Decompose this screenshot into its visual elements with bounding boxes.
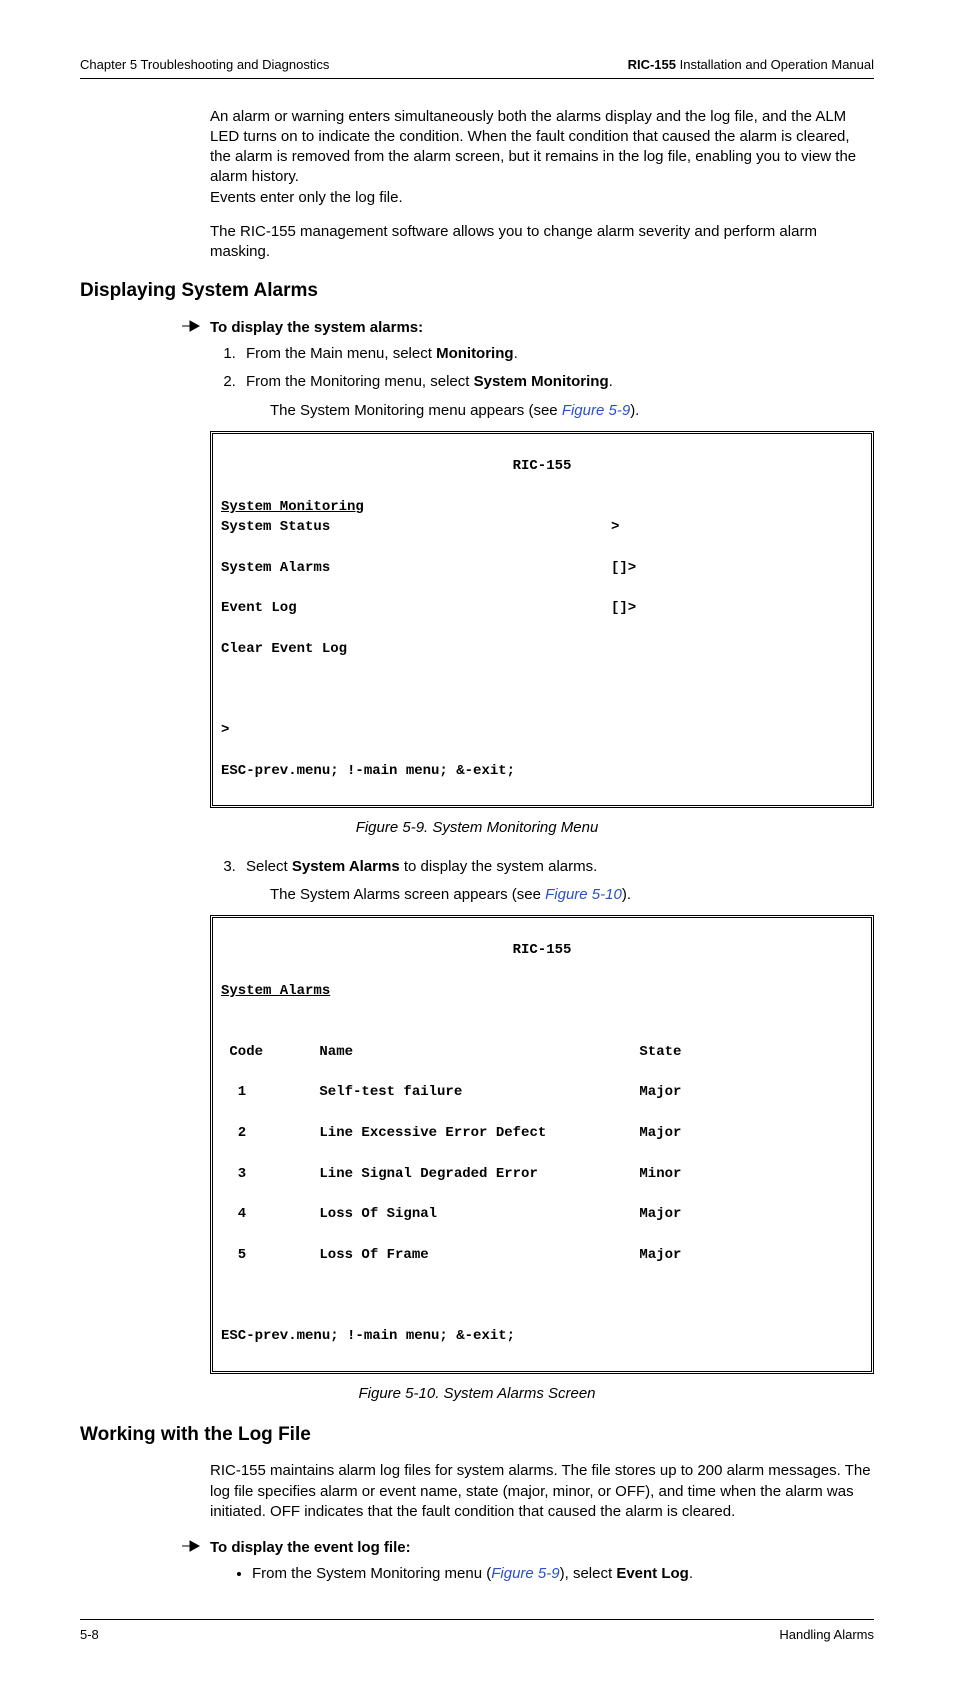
- procedure-heading: To display the system alarms:: [210, 318, 423, 338]
- term1-title: RIC-155: [221, 456, 863, 476]
- figure-ref-5-9b[interactable]: Figure 5-9: [491, 1565, 559, 1582]
- header-right-rest: Installation and Operation Manual: [676, 57, 874, 72]
- term2-subtitle: System Alarms: [221, 983, 330, 999]
- term2-row: 3Line Signal Degraded ErrorMinor: [221, 1164, 863, 1184]
- figure-ref-5-10[interactable]: Figure 5-10: [545, 886, 622, 903]
- intro-para1: An alarm or warning enters simultaneousl…: [210, 107, 874, 208]
- logfile-block: RIC-155 maintains alarm log files for sy…: [210, 1461, 874, 1522]
- term1-footer: ESC-prev.menu; !-main menu; &-exit;: [221, 761, 863, 781]
- term2-row: 1Self-test failureMajor: [221, 1082, 863, 1102]
- term2-row: 4Loss Of SignalMajor: [221, 1204, 863, 1224]
- terminal-system-alarms: RIC-155 System Alarms CodeNameState 1Sel…: [210, 915, 874, 1374]
- section-displaying-alarms: Displaying System Alarms: [80, 278, 874, 304]
- figure-5-10-caption: Figure 5-10. System Alarms Screen: [80, 1384, 874, 1404]
- terminal-system-monitoring: RIC-155 System Monitoring System Status>…: [210, 431, 874, 808]
- figure-5-9-caption: Figure 5-9. System Monitoring Menu: [80, 818, 874, 838]
- logfile-para: RIC-155 maintains alarm log files for sy…: [210, 1461, 874, 1522]
- steps-list-cont: Select System Alarms to display the syst…: [80, 857, 874, 877]
- term1-row: System Alarms[]>: [221, 558, 863, 578]
- term1-blank: [221, 680, 863, 700]
- step-3: Select System Alarms to display the syst…: [240, 857, 874, 877]
- step-3-sub: The System Alarms screen appears (see Fi…: [270, 885, 874, 905]
- step-2: From the Monitoring menu, select System …: [240, 372, 874, 392]
- term2-head: CodeNameState: [221, 1042, 863, 1062]
- term2-row: 5Loss Of FrameMajor: [221, 1245, 863, 1265]
- term1-row: Clear Event Log: [221, 639, 863, 659]
- steps-list: From the Main menu, select Monitoring. F…: [80, 344, 874, 393]
- term2-footer: ESC-prev.menu; !-main menu; &-exit;: [221, 1326, 863, 1346]
- step-2-sub: The System Monitoring menu appears (see …: [270, 401, 874, 421]
- procedure-heading-2: To display the event log file:: [210, 1538, 411, 1558]
- bullet-list: From the System Monitoring menu (Figure …: [80, 1564, 874, 1584]
- step-1: From the Main menu, select Monitoring.: [240, 344, 874, 364]
- footer-right: Handling Alarms: [779, 1626, 874, 1644]
- term2-row: 2Line Excessive Error DefectMajor: [221, 1123, 863, 1143]
- procedure-heading-row: To display the system alarms:: [182, 318, 874, 338]
- page-header: Chapter 5 Troubleshooting and Diagnostic…: [80, 56, 874, 79]
- footer-left: 5-8: [80, 1626, 99, 1644]
- header-right-bold: RIC-155: [628, 57, 676, 72]
- figure-ref-5-9[interactable]: Figure 5-9: [562, 402, 630, 419]
- procedure-heading-row-2: To display the event log file:: [182, 1538, 874, 1558]
- intro-block: An alarm or warning enters simultaneousl…: [210, 107, 874, 263]
- term1-subtitle: System Monitoring: [221, 499, 364, 515]
- section-log-file: Working with the Log File: [80, 1422, 874, 1448]
- procedure-arrow-icon: [182, 318, 210, 337]
- term2-blank: [221, 1001, 863, 1021]
- page-footer: 5-8 Handling Alarms: [80, 1619, 874, 1644]
- header-left: Chapter 5 Troubleshooting and Diagnostic…: [80, 56, 329, 74]
- procedure-arrow-icon: [182, 1538, 210, 1557]
- header-right: RIC-155 Installation and Operation Manua…: [628, 56, 874, 74]
- term2-title: RIC-155: [221, 940, 863, 960]
- intro-para2: The RIC-155 management software allows y…: [210, 222, 874, 263]
- term1-row: System Status>: [221, 517, 863, 537]
- bullet-1: From the System Monitoring menu (Figure …: [252, 1564, 874, 1584]
- term2-blank: [221, 1285, 863, 1305]
- term1-row: Event Log[]>: [221, 598, 863, 618]
- term1-prompt: >: [221, 720, 863, 740]
